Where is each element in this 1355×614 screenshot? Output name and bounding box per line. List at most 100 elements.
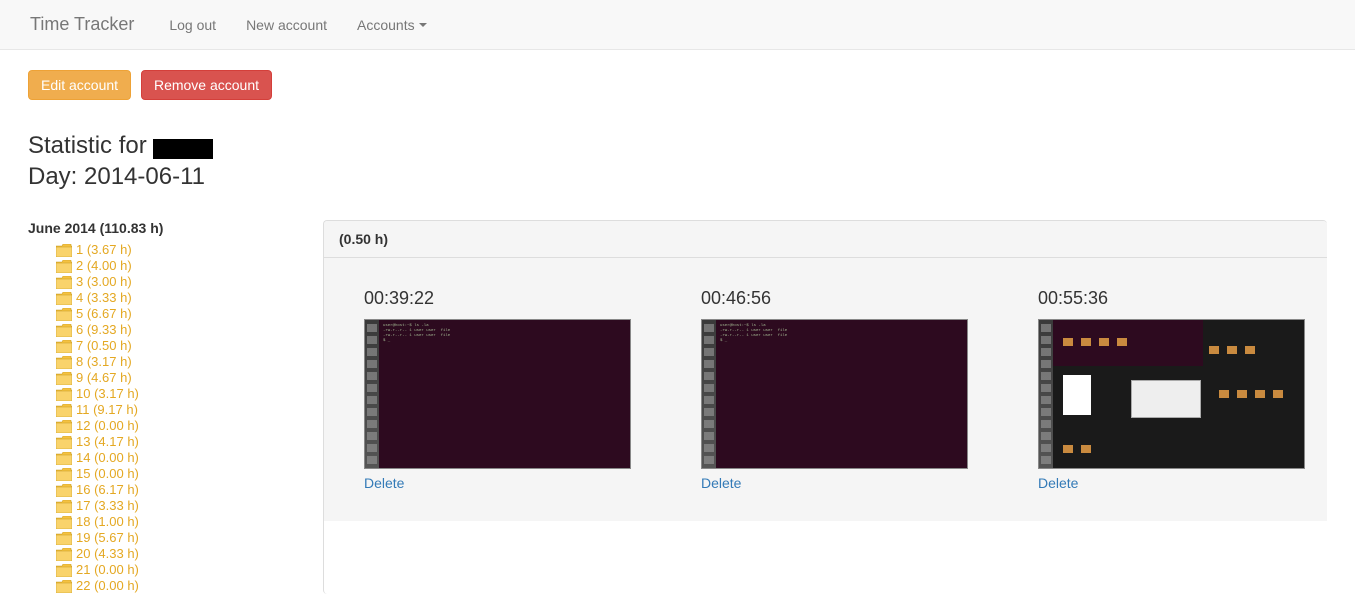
screenshot-item: 00:39:22 user@host:~$ ls -la -rw-r--r-- 1… [364,288,631,491]
screenshot-row: 00:39:22 user@host:~$ ls -la -rw-r--r-- 1… [364,288,1287,491]
panel-body: 00:39:22 user@host:~$ ls -la -rw-r--r-- 1… [324,258,1327,521]
screenshot-time: 00:55:36 [1038,288,1305,309]
screenshot-panel: (0.50 h) 00:39:22 user@host:~$ ls -la -rw… [323,220,1327,594]
day-link[interactable]: 15 (0.00 h) [76,466,139,482]
screenshot-item: 00:46:56 user@host:~$ ls -la -rw-r--r-- 1… [701,288,968,491]
edit-account-button[interactable]: Edit account [28,70,131,100]
day-link[interactable]: 7 (0.50 h) [76,338,132,354]
sidebar-day-item[interactable]: 16 (6.17 h) [56,482,323,498]
screenshot-item: 00:55:36 Delete [1038,288,1305,491]
folder-icon [56,564,72,577]
sidebar-day-item[interactable]: 14 (0.00 h) [56,450,323,466]
screenshot-thumbnail[interactable]: user@host:~$ ls -la -rw-r--r-- 1 user us… [364,319,631,469]
sidebar-day-item[interactable]: 20 (4.33 h) [56,546,323,562]
sidebar-day-item[interactable]: 18 (1.00 h) [56,514,323,530]
folder-icon [56,532,72,545]
sidebar-day-item[interactable]: 21 (0.00 h) [56,562,323,578]
screenshot-thumbnail[interactable] [1038,319,1305,469]
stat-prefix: Statistic for [28,132,153,159]
day-link[interactable]: 11 (9.17 h) [76,402,138,418]
nav-logout[interactable]: Log out [154,2,231,48]
nav-accounts-dropdown[interactable]: Accounts [342,2,442,48]
day-link[interactable]: 4 (3.33 h) [76,290,132,306]
folder-icon [56,388,72,401]
sidebar-day-item[interactable]: 3 (3.00 h) [56,274,323,290]
day-link[interactable]: 20 (4.33 h) [76,546,139,562]
day-link[interactable]: 8 (3.17 h) [76,354,132,370]
day-link[interactable]: 6 (9.33 h) [76,322,132,338]
folder-icon [56,452,72,465]
folder-icon [56,516,72,529]
folder-icon [56,244,72,257]
day-link[interactable]: 1 (3.67 h) [76,242,132,258]
delete-link[interactable]: Delete [1038,475,1078,491]
day-link[interactable]: 18 (1.00 h) [76,514,139,530]
folder-icon [56,404,72,417]
sidebar-day-item[interactable]: 7 (0.50 h) [56,338,323,354]
folder-icon [56,292,72,305]
month-label: June 2014 (110.83 h) [28,220,323,236]
day-link[interactable]: 12 (0.00 h) [76,418,139,434]
sidebar-day-item[interactable]: 11 (9.17 h) [56,402,323,418]
day-link[interactable]: 13 (4.17 h) [76,434,139,450]
folder-icon [56,276,72,289]
delete-link[interactable]: Delete [364,475,404,491]
day-link[interactable]: 16 (6.17 h) [76,482,139,498]
sidebar-day-item[interactable]: 15 (0.00 h) [56,466,323,482]
folder-icon [56,468,72,481]
page-title: Statistic for Day: 2014-06-11 [28,130,1327,192]
day-link[interactable]: 14 (0.00 h) [76,450,139,466]
sidebar-day-item[interactable]: 12 (0.00 h) [56,418,323,434]
screenshot-time: 00:46:56 [701,288,968,309]
remove-account-button[interactable]: Remove account [141,70,272,100]
navbar: Time Tracker Log out New account Account… [0,0,1355,50]
day-link[interactable]: 2 (4.00 h) [76,258,132,274]
sidebar-day-item[interactable]: 13 (4.17 h) [56,434,323,450]
day-link[interactable]: 19 (5.67 h) [76,530,139,546]
redacted-name [153,139,213,159]
nav-accounts-label: Accounts [357,17,415,33]
folder-icon [56,356,72,369]
folder-icon [56,308,72,321]
sidebar-day-item[interactable]: 1 (3.67 h) [56,242,323,258]
screenshot-thumbnail[interactable]: user@host:~$ ls -la -rw-r--r-- 1 user us… [701,319,968,469]
sidebar: June 2014 (110.83 h) 1 (3.67 h)2 (4.00 h… [28,220,323,594]
day-list: 1 (3.67 h)2 (4.00 h)3 (3.00 h)4 (3.33 h)… [28,242,323,594]
sidebar-day-item[interactable]: 10 (3.17 h) [56,386,323,402]
sidebar-day-item[interactable]: 2 (4.00 h) [56,258,323,274]
day-link[interactable]: 5 (6.67 h) [76,306,132,322]
brand-link[interactable]: Time Tracker [15,0,149,50]
stat-day: Day: 2014-06-11 [28,163,205,190]
sidebar-day-item[interactable]: 6 (9.33 h) [56,322,323,338]
folder-icon [56,372,72,385]
folder-icon [56,324,72,337]
sidebar-day-item[interactable]: 5 (6.67 h) [56,306,323,322]
day-link[interactable]: 21 (0.00 h) [76,562,139,578]
sidebar-day-item[interactable]: 4 (3.33 h) [56,290,323,306]
day-link[interactable]: 22 (0.00 h) [76,578,139,594]
sidebar-day-item[interactable]: 17 (3.33 h) [56,498,323,514]
sidebar-day-item[interactable]: 19 (5.67 h) [56,530,323,546]
folder-icon [56,500,72,513]
nav-new-account[interactable]: New account [231,2,342,48]
folder-icon [56,548,72,561]
button-row: Edit account Remove account [28,70,1327,100]
day-link[interactable]: 3 (3.00 h) [76,274,132,290]
delete-link[interactable]: Delete [701,475,741,491]
day-link[interactable]: 9 (4.67 h) [76,370,132,386]
folder-icon [56,340,72,353]
day-link[interactable]: 17 (3.33 h) [76,498,139,514]
sidebar-day-item[interactable]: 9 (4.67 h) [56,370,323,386]
panel-header: (0.50 h) [324,221,1327,258]
folder-icon [56,580,72,593]
folder-icon [56,436,72,449]
folder-icon [56,420,72,433]
chevron-down-icon [419,23,427,27]
screenshot-time: 00:39:22 [364,288,631,309]
main-container: Edit account Remove account Statistic fo… [0,50,1355,614]
folder-icon [56,484,72,497]
sidebar-day-item[interactable]: 8 (3.17 h) [56,354,323,370]
day-link[interactable]: 10 (3.17 h) [76,386,139,402]
sidebar-day-item[interactable]: 22 (0.00 h) [56,578,323,594]
folder-icon [56,260,72,273]
